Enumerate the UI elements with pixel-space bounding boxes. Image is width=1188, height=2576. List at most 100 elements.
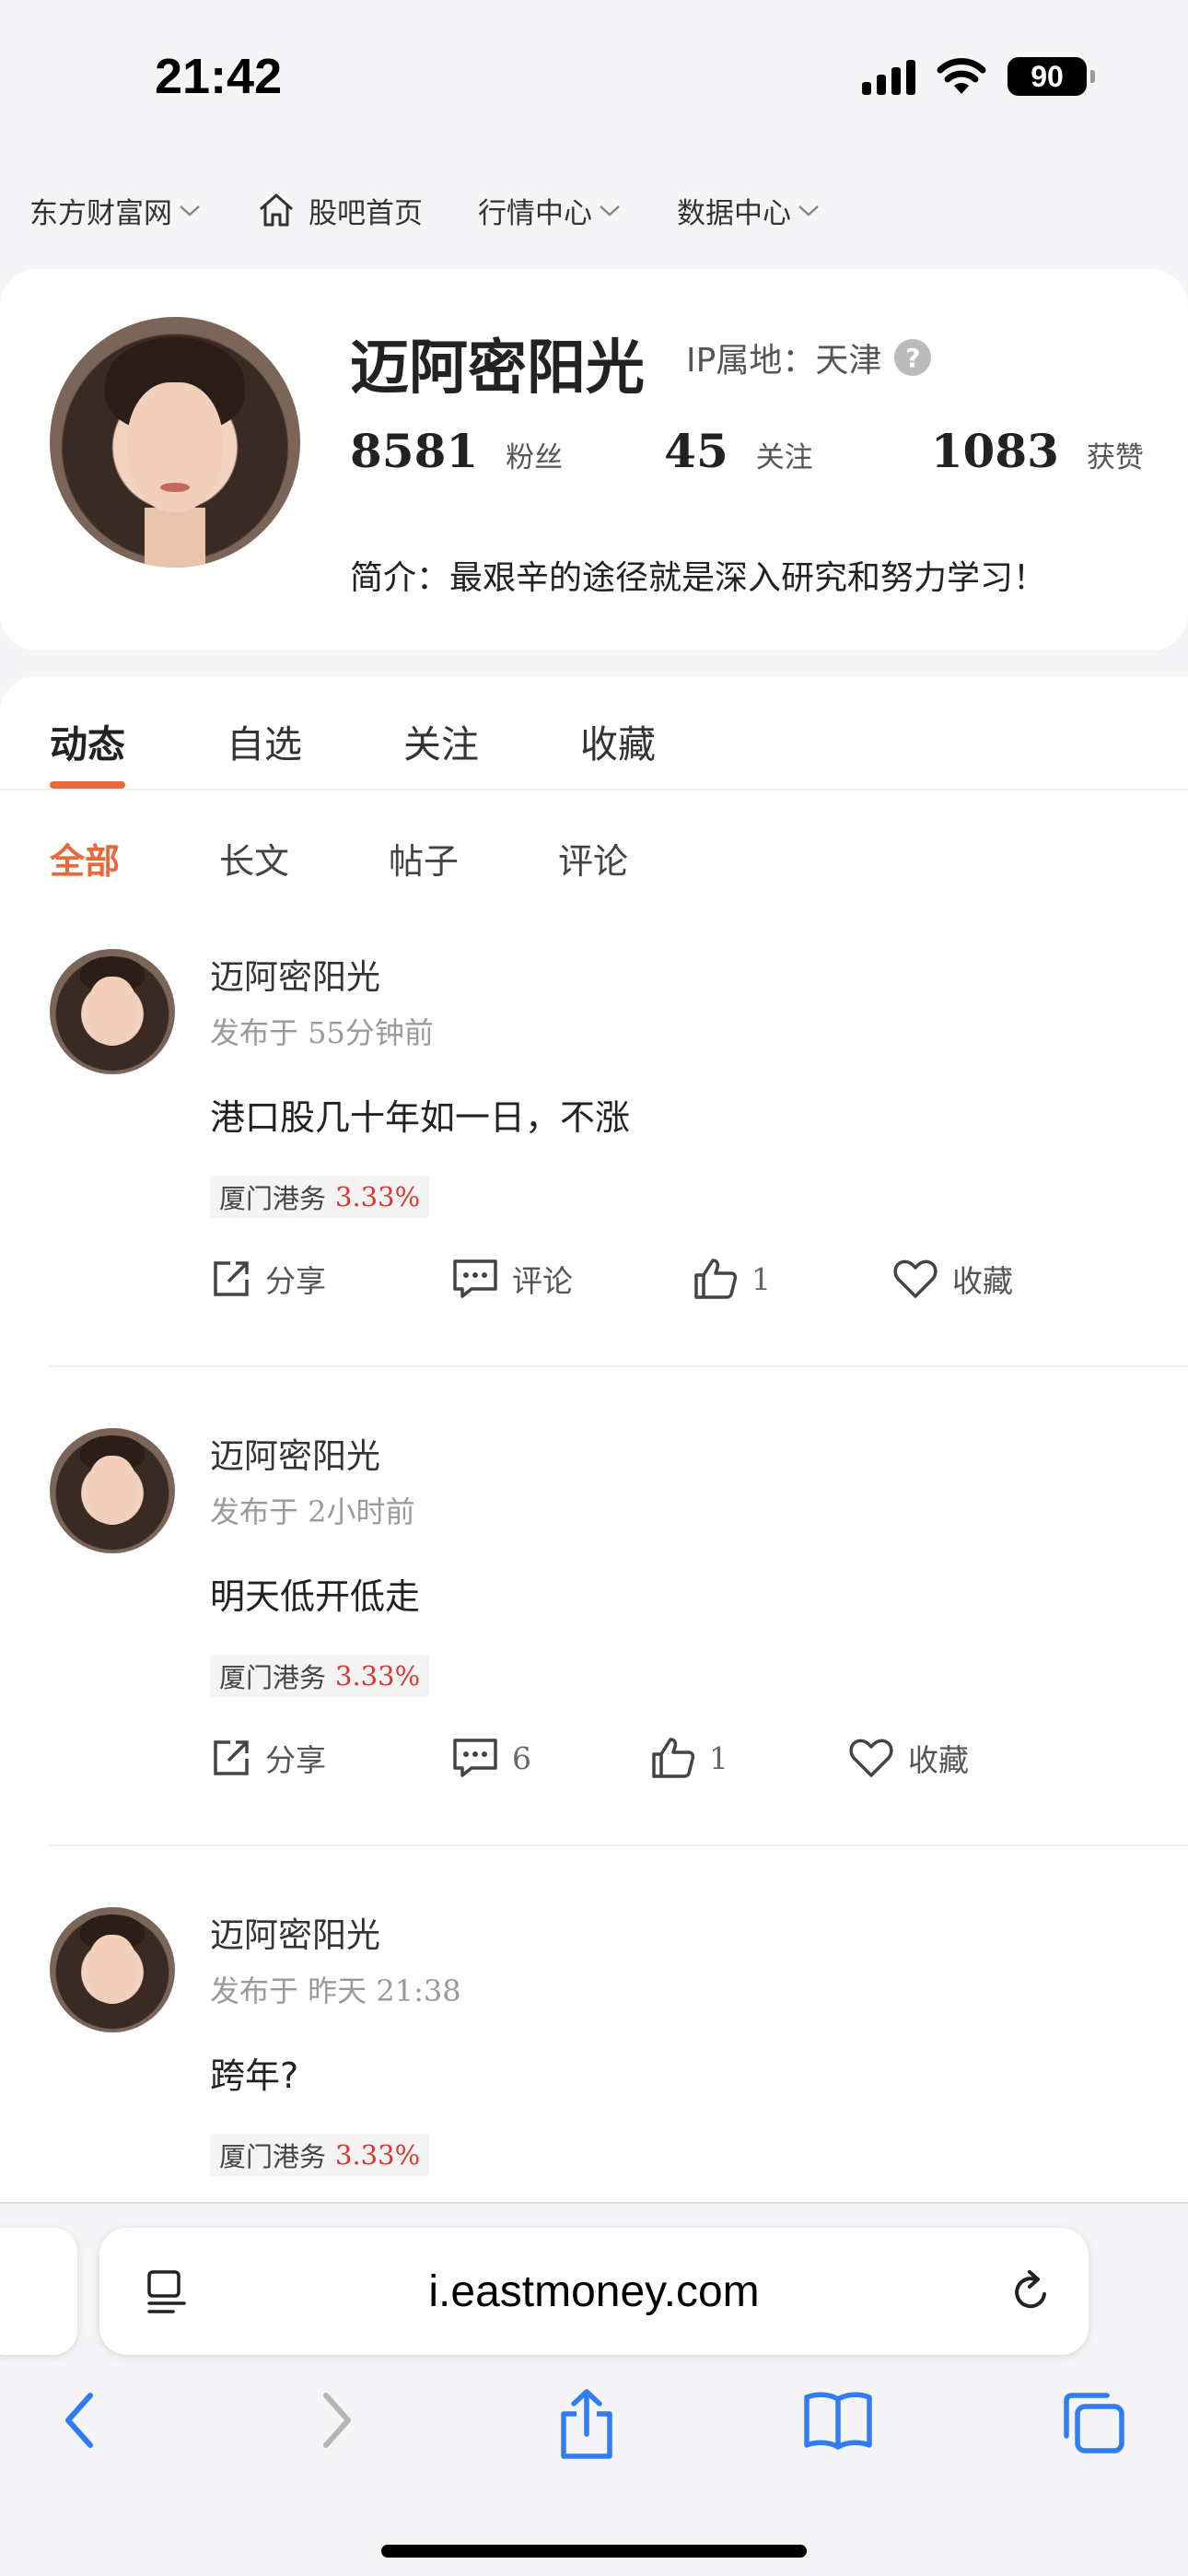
post-author[interactable]: 迈阿密阳光 (210, 1907, 380, 1957)
home-indicator (381, 2545, 807, 2558)
wifi-icon (937, 58, 986, 94)
url-text[interactable]: i.eastmoney.com (99, 2266, 1089, 2317)
post-time: 发布于 55分钟前 (210, 1015, 434, 1050)
post-text[interactable]: 跨年? (210, 2047, 298, 2098)
stock-change: 3.33% (335, 2139, 421, 2171)
top-nav: 东方财富网 股吧首页 行情中心 数据中心 (29, 184, 876, 236)
ip-location: IP属地：天津 ? (686, 334, 932, 381)
stock-tag[interactable]: 厦门港务 3.33% (210, 1176, 430, 1218)
comment-count: 6 (512, 1739, 531, 1776)
favorite-label: 收藏 (908, 1742, 969, 1778)
tabs-icon[interactable] (1059, 2388, 1127, 2456)
post-time: 发布于 2小时前 (210, 1494, 415, 1529)
tab-watchlist[interactable]: 自选 (227, 713, 302, 779)
address-bar[interactable]: i.eastmoney.com (99, 2228, 1089, 2355)
post-time: 发布于 昨天 21:38 (210, 1973, 461, 2008)
post-text[interactable]: 明天低开低走 (210, 1568, 420, 1619)
author-avatar[interactable] (50, 1428, 175, 1553)
share-icon (214, 1740, 249, 1775)
stock-tag[interactable]: 厦门港务 3.33% (210, 2134, 430, 2176)
stat-likes-label: 获赞 (1086, 441, 1144, 474)
comment-button[interactable]: 评论 (451, 1257, 693, 1301)
sub-tabs: 全部 长文 帖子 评论 (50, 833, 728, 884)
post-item[interactable]: 迈阿密阳光 发布于 55分钟前 港口股几十年如一日，不涨 厦门港务 3.33% … (0, 949, 1188, 1336)
nav-eastmoney[interactable]: 东方财富网 (29, 190, 202, 231)
post-item[interactable]: 迈阿密阳光 发布于 昨天 21:38 跨年? 厦门港务 3.33% (0, 1907, 1188, 2206)
like-count: 1 (709, 1739, 728, 1776)
stat-following[interactable]: 45 关注 (664, 424, 813, 478)
post-text[interactable]: 港口股几十年如一日，不涨 (210, 1089, 630, 1140)
profile-stats: 8581 粉丝 45 关注 1083 获赞 (350, 424, 1144, 478)
tab-following[interactable]: 关注 (403, 713, 479, 779)
subtab-comments[interactable]: 评论 (558, 833, 628, 884)
stock-name: 厦门港务 (219, 2141, 327, 2172)
nav-market-center-label: 行情中心 (478, 196, 592, 230)
chevron-down-icon (798, 205, 819, 217)
browser-chrome: i.eastmoney.com (0, 2202, 1188, 2576)
comment-label: 评论 (512, 1263, 573, 1299)
battery-icon: 90 (1007, 57, 1095, 96)
reload-icon[interactable] (1007, 2266, 1055, 2316)
favorite-button[interactable]: 收藏 (847, 1736, 969, 1780)
nav-market-center[interactable]: 行情中心 (478, 190, 622, 231)
stat-fans[interactable]: 8581 粉丝 (350, 424, 563, 478)
back-icon[interactable] (57, 2388, 103, 2453)
help-icon[interactable]: ? (894, 339, 932, 376)
profile-avatar[interactable] (50, 317, 300, 568)
tab-favorites[interactable]: 收藏 (580, 713, 656, 779)
tab-dynamics[interactable]: 动态 (50, 713, 125, 789)
stock-name: 厦门港务 (219, 1662, 327, 1693)
comment-button[interactable]: 6 (451, 1737, 650, 1779)
home-icon (260, 193, 293, 227)
post-item[interactable]: 迈阿密阳光 发布于 2小时前 明天低开低走 厦门港务 3.33% 分享 6 1 … (0, 1428, 1188, 1815)
nav-eastmoney-label: 东方财富网 (29, 196, 172, 230)
status-time: 21:42 (155, 49, 283, 104)
nav-data-center[interactable]: 数据中心 (677, 190, 821, 231)
stock-tag[interactable]: 厦门港务 3.33% (210, 1655, 430, 1697)
share-button[interactable]: 分享 (210, 1736, 451, 1780)
like-count: 1 (751, 1260, 771, 1297)
nav-guba-home-label: 股吧首页 (309, 196, 423, 230)
previous-tab-preview[interactable] (0, 2228, 77, 2355)
subtab-long-articles[interactable]: 长文 (219, 833, 289, 884)
browser-toolbar (0, 2388, 1188, 2489)
heart-icon (849, 1739, 893, 1777)
share-button[interactable]: 分享 (210, 1257, 451, 1301)
stock-name: 厦门港务 (219, 1183, 327, 1214)
stat-fans-num: 8581 (350, 424, 479, 478)
stat-likes-num: 1083 (930, 424, 1059, 478)
author-avatar[interactable] (50, 949, 175, 1074)
profile-card: 迈阿密阳光 IP属地：天津 ? 8581 粉丝 45 关注 1083 获赞 简介… (0, 269, 1188, 650)
subtab-posts[interactable]: 帖子 (389, 833, 459, 884)
ip-location-text: IP属地：天津 (686, 342, 882, 380)
like-button[interactable]: 1 (650, 1736, 847, 1780)
post-actions: 分享 评论 1 收藏 (210, 1257, 1013, 1301)
subtab-all[interactable]: 全部 (50, 833, 120, 884)
nav-data-center-label: 数据中心 (677, 196, 791, 230)
chevron-down-icon (600, 205, 620, 217)
comment-icon (453, 1259, 497, 1298)
post-divider (50, 1844, 1188, 1846)
post-author[interactable]: 迈阿密阳光 (210, 949, 380, 999)
nav-guba-home[interactable]: 股吧首页 (257, 190, 423, 231)
forward-icon[interactable] (313, 2388, 359, 2453)
author-avatar[interactable] (50, 1907, 175, 2032)
status-bar: 21:42 90 (0, 0, 1188, 157)
stock-change: 3.33% (335, 1181, 421, 1212)
favorite-button[interactable]: 收藏 (891, 1257, 1013, 1301)
content-card: 动态 自选 关注 收藏 全部 长文 帖子 评论 迈阿密阳光 发布于 55分钟前 … (0, 676, 1188, 2206)
comment-icon (453, 1739, 497, 1777)
main-tabs: 动态 自选 关注 收藏 (50, 713, 757, 790)
post-author[interactable]: 迈阿密阳光 (210, 1428, 380, 1478)
thumbs-up-icon (652, 1738, 695, 1778)
share-sheet-icon[interactable] (556, 2388, 617, 2462)
share-label: 分享 (265, 1742, 326, 1778)
stat-following-num: 45 (664, 424, 728, 478)
share-label: 分享 (265, 1263, 326, 1299)
stat-fans-label: 粉丝 (506, 441, 564, 474)
like-button[interactable]: 1 (693, 1257, 891, 1301)
tabs-divider (0, 789, 1188, 790)
profile-bio: 简介：最艰辛的途径就是深入研究和努力学习！ (350, 559, 1047, 597)
bookmarks-icon[interactable] (801, 2388, 875, 2453)
stat-likes[interactable]: 1083 获赞 (931, 424, 1144, 478)
